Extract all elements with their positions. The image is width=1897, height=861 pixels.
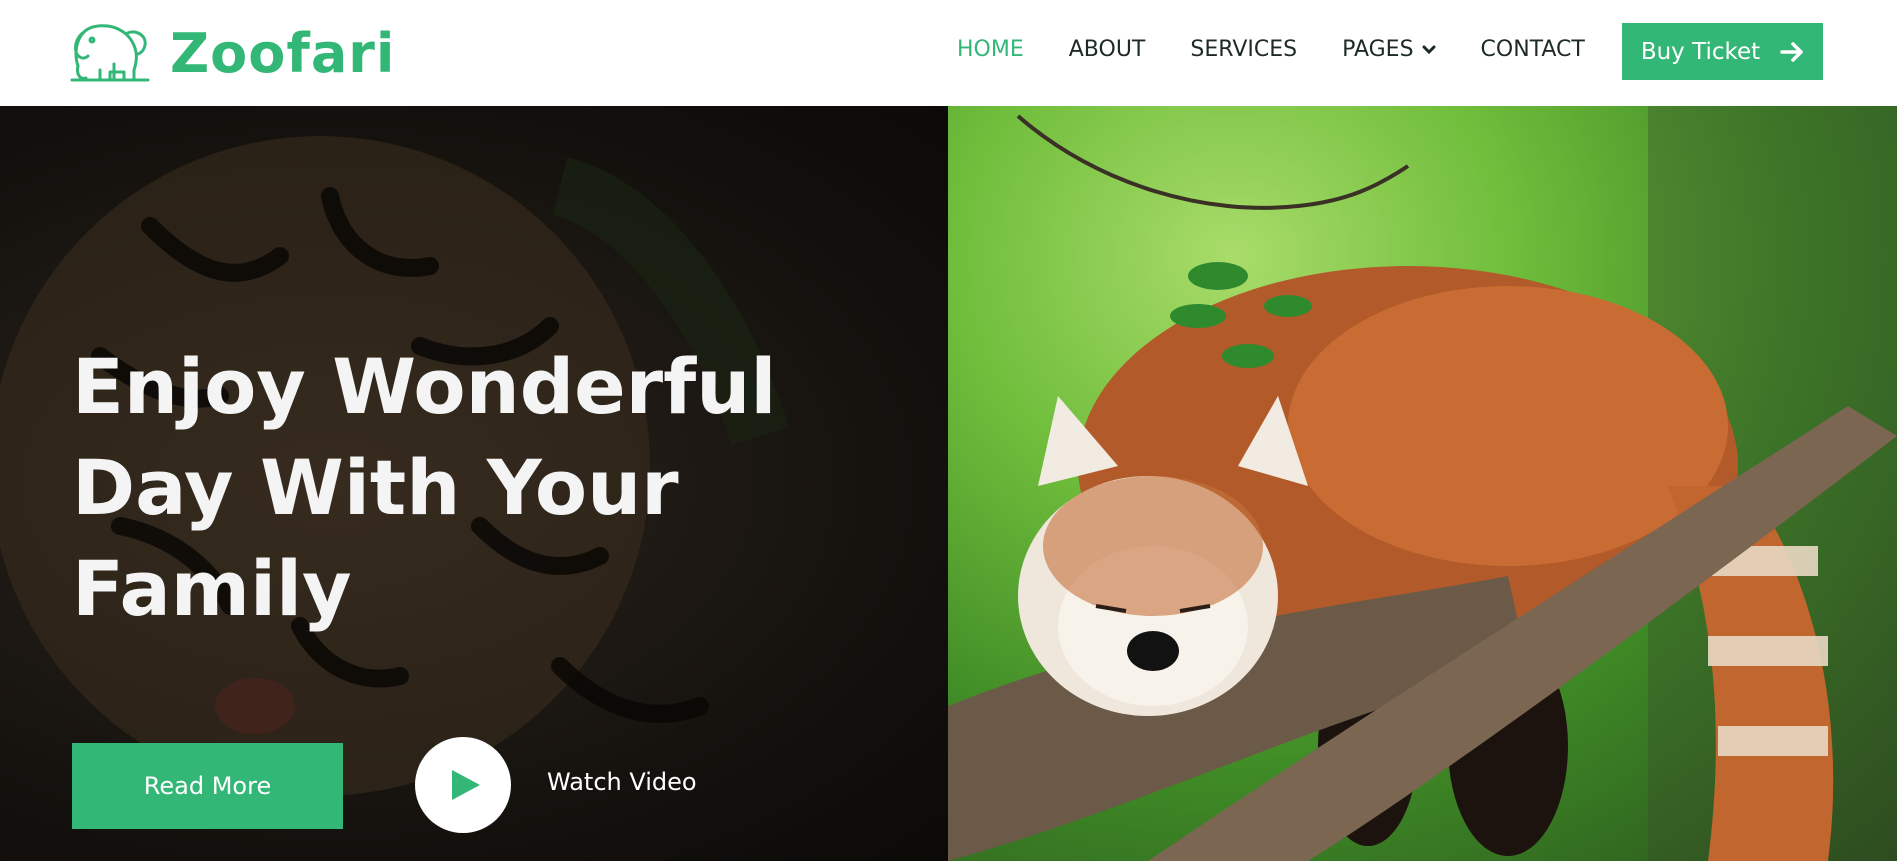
nav-item-pages[interactable]: PAGES [1342, 30, 1436, 70]
red-panda-image [948, 106, 1897, 861]
site-header: Zoofari HOME ABOUT SERVICES PAGES CONTAC… [0, 0, 1897, 106]
play-video-button[interactable] [415, 737, 511, 833]
read-more-button[interactable]: Read More [72, 743, 343, 829]
hero-section: Enjoy Wonderful Day With Your Family Rea… [0, 106, 1897, 861]
arrow-right-icon [1780, 41, 1803, 62]
hero-title: Enjoy Wonderful Day With Your Family [72, 342, 777, 633]
buy-ticket-button[interactable]: Buy Ticket [1622, 23, 1823, 80]
brand-name: Zoofari [170, 21, 396, 85]
nav-item-contact[interactable]: CONTACT [1481, 30, 1585, 70]
nav-item-services[interactable]: SERVICES [1190, 30, 1297, 70]
nav-item-pages-label: PAGES [1342, 37, 1414, 62]
main-nav: HOME ABOUT SERVICES PAGES CONTACT [957, 30, 1630, 70]
buy-ticket-label: Buy Ticket [1640, 38, 1761, 65]
chevron-down-icon [1422, 45, 1436, 55]
play-icon [452, 770, 480, 800]
brand-logo[interactable]: Zoofari [70, 18, 395, 89]
nav-item-about[interactable]: ABOUT [1069, 30, 1146, 70]
nav-item-home[interactable]: HOME [957, 30, 1024, 70]
watch-video-link[interactable]: Watch Video [547, 768, 697, 796]
elephant-icon [70, 18, 150, 89]
